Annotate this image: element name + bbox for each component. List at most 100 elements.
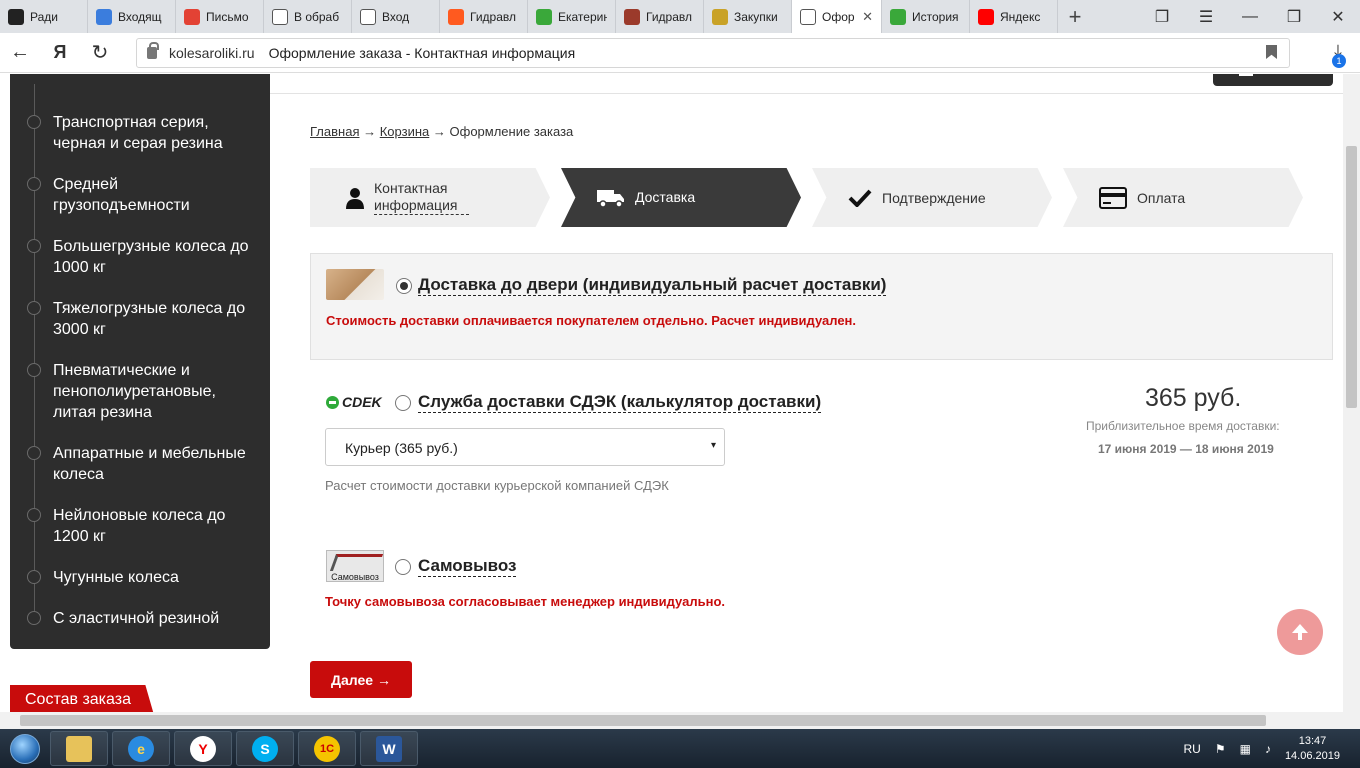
sidebar-category-item[interactable]: Большегрузные колеса до 1000 кг [27,236,253,278]
sidebar-timeline [34,84,35,624]
sidebar-category-item[interactable]: Чугунные колеса [27,567,253,588]
browser-tab[interactable]: Гидравл [440,0,528,33]
tab-label: Входящ [118,9,162,24]
bullet-circle-icon [27,363,41,377]
check-icon [848,189,872,207]
sidebar-category-label: Транспортная серия, черная и серая резин… [53,114,223,152]
cart-button[interactable] [1213,74,1333,86]
sidebar-category-label: Чугунные колеса [53,569,179,586]
volume-icon[interactable]: ♪ [1265,742,1271,756]
scroll-to-top-button[interactable] [1277,609,1323,655]
vertical-scrollbar[interactable] [1343,74,1360,712]
bullet-circle-icon [27,446,41,460]
parcel-box-icon [326,269,384,300]
tab-list: Ради Входящ Письмо В обраб Вход Гидравл Екатер… [0,0,1058,33]
browser-tab[interactable]: Вход [352,0,440,33]
window-controls: ❐ ☰ — ❒ ✕ [1140,0,1360,33]
menu-icon[interactable]: ☰ [1184,7,1228,27]
yandex-home-icon[interactable]: Я [40,42,80,63]
browser-tab[interactable]: Ради [0,0,88,33]
tab-label: Вход [382,9,410,24]
back-arrow-icon[interactable]: ← [0,41,40,64]
cdek-delivery-select[interactable]: Курьер (365 руб.) ▾ [325,428,725,466]
network-icon[interactable]: ▦ [1240,742,1251,756]
browser-tab[interactable]: Офор ✕ [792,0,882,33]
page-icon [800,8,816,25]
order-summary-tab[interactable]: Состав заказа [10,685,154,712]
clock[interactable]: 13:47 14.06.2019 [1285,734,1340,764]
horizontal-scrollbar[interactable] [0,712,1360,729]
taskbar-word[interactable]: W [360,731,418,766]
sidebar-category-item[interactable]: Средней грузоподъемности [27,174,253,216]
sidebar-category-item[interactable]: Тяжелогрузные колеса до 3000 кг [27,298,253,340]
breadcrumb-cart-link[interactable]: Корзина [380,124,430,139]
page-viewport: Транспортная серия, черная и серая резин… [0,74,1343,712]
browser-tab[interactable]: Закупки [704,0,792,33]
tabs-list-icon[interactable]: ❐ [1140,7,1184,27]
url-field[interactable]: kolesaroliki.ru Оформление заказа - Конт… [136,38,1290,68]
clock-date: 14.06.2019 [1284,749,1340,762]
breadcrumb-home-link[interactable]: Главная [310,124,359,139]
browser-tab[interactable]: Письмо [176,0,264,33]
eta-value: 17 июня 2019 — 18 июня 2019 [1098,442,1274,456]
sidebar-category-label: Большегрузные колеса до 1000 кг [53,238,249,276]
breadcrumb-separator: → [363,124,377,139]
browser-tab[interactable]: В обраб [264,0,352,33]
bookmark-icon[interactable] [1266,45,1277,59]
sidebar-category-item[interactable]: Пневматические и пенополиуретановые, лит… [27,360,253,423]
sidebar-category-item[interactable]: Транспортная серия, черная и серая резин… [27,112,253,154]
start-button[interactable] [0,729,50,768]
step-contact-info[interactable]: Контактная информация [310,168,550,227]
sidebar-category-item[interactable]: Аппаратные и мебельные колеса [27,443,253,485]
tab-label: Яндекс [1000,9,1041,24]
url-page-title: Оформление заказа - Контактная информаци… [268,45,576,61]
taskbar-1c[interactable]: 1C [298,731,356,766]
mail-icon [8,8,24,25]
browser-tab[interactable]: Яндекс [970,0,1058,33]
browser-tab[interactable]: История [882,0,970,33]
browser-tab[interactable]: Екатерин [528,0,616,33]
tab-label: Гидравл [646,9,692,24]
tray-flag-icon[interactable]: ⚑ [1215,742,1226,756]
green-leaf-icon [536,8,552,25]
breadcrumb-current: Оформление заказа [449,124,574,139]
page-icon [272,8,288,25]
tab-label: В обраб [294,9,340,24]
reload-icon[interactable]: ↻ [80,40,120,65]
browser-tab[interactable]: Гидравл [616,0,704,33]
cdek-select-value: Курьер (365 руб.) [345,440,458,456]
taskbar-yandex[interactable]: Y [174,731,232,766]
door-delivery-radio[interactable] [396,278,412,294]
pickup-title[interactable]: Самовывоз [418,556,517,577]
step-delivery[interactable]: Доставка [561,168,801,227]
cdek-price: 365 руб. [1145,384,1242,412]
word-icon: W [376,735,402,762]
cdek-delivery-note: Расчет стоимости доставки курьерской ком… [325,478,669,493]
close-tab-icon[interactable]: ✕ [862,9,873,25]
door-delivery-title[interactable]: Доставка до двери (индивидуальный расчет… [418,275,887,296]
cdek-delivery-title[interactable]: Служба доставки СДЭК (калькулятор достав… [418,392,822,413]
browser-tab[interactable]: Входящ [88,0,176,33]
language-indicator[interactable]: RU [1183,742,1200,756]
next-button[interactable]: Далее → [310,661,412,698]
step-payment[interactable]: Оплата [1063,168,1303,227]
taskbar-explorer[interactable] [50,731,108,766]
skype-icon: S [252,735,278,762]
pickup-radio[interactable] [395,559,411,575]
taskbar-ie[interactable]: e [112,731,170,766]
url-domain: kolesaroliki.ru [169,45,255,61]
pickup-image: Самовывоз [326,550,384,582]
sidebar-category-item[interactable]: Нейлоновые колеса до 1200 кг [27,505,253,547]
chevron-down-icon: ▾ [710,440,716,451]
cart-icon [1239,74,1253,76]
sidebar-category-item[interactable]: С эластичной резиной [27,608,253,629]
step-confirmation[interactable]: Подтверждение [812,168,1052,227]
restore-icon[interactable]: ❒ [1272,7,1316,27]
minimize-icon[interactable]: — [1228,8,1272,26]
taskbar-skype[interactable]: S [236,731,294,766]
close-window-icon[interactable]: ✕ [1316,7,1360,27]
new-tab-button[interactable]: + [1058,0,1092,33]
door-delivery-option [310,253,1333,360]
cdek-delivery-radio[interactable] [395,395,411,411]
photo-icon [624,8,640,25]
